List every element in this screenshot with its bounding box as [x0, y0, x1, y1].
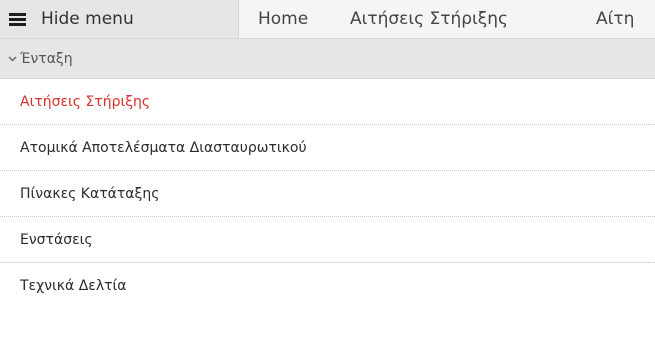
nav-link-support-applications[interactable]: Αιτήσεις Στήριξης: [350, 0, 508, 38]
nav-link-home[interactable]: Home: [258, 0, 308, 38]
hide-menu-button[interactable]: Hide menu: [0, 0, 239, 38]
menu-item-support-applications[interactable]: Αιτήσεις Στήριξης: [0, 79, 655, 125]
sidebar-menu-list: Αιτήσεις Στήριξης Ατομικά Αποτελέσματα Δ…: [0, 79, 655, 309]
hide-menu-label: Hide menu: [41, 9, 134, 29]
section-title: Ένταξη: [20, 50, 73, 67]
section-header-entaxi[interactable]: Ένταξη: [0, 39, 655, 79]
chevron-down-icon: [8, 56, 17, 62]
menu-item-cross-check-results[interactable]: Ατομικά Αποτελέσματα Διασταυρωτικού: [0, 125, 655, 171]
hamburger-icon: [9, 12, 26, 27]
menu-item-technical-bulletins[interactable]: Τεχνικά Δελτία: [0, 263, 655, 309]
nav-link-truncated[interactable]: Αίτη: [596, 0, 634, 38]
menu-item-objections[interactable]: Ενστάσεις: [0, 217, 655, 263]
top-navigation-bar: Hide menu Home Αιτήσεις Στήριξης Αίτη: [0, 0, 655, 39]
menu-item-ranking-tables[interactable]: Πίνακες Κατάταξης: [0, 171, 655, 217]
